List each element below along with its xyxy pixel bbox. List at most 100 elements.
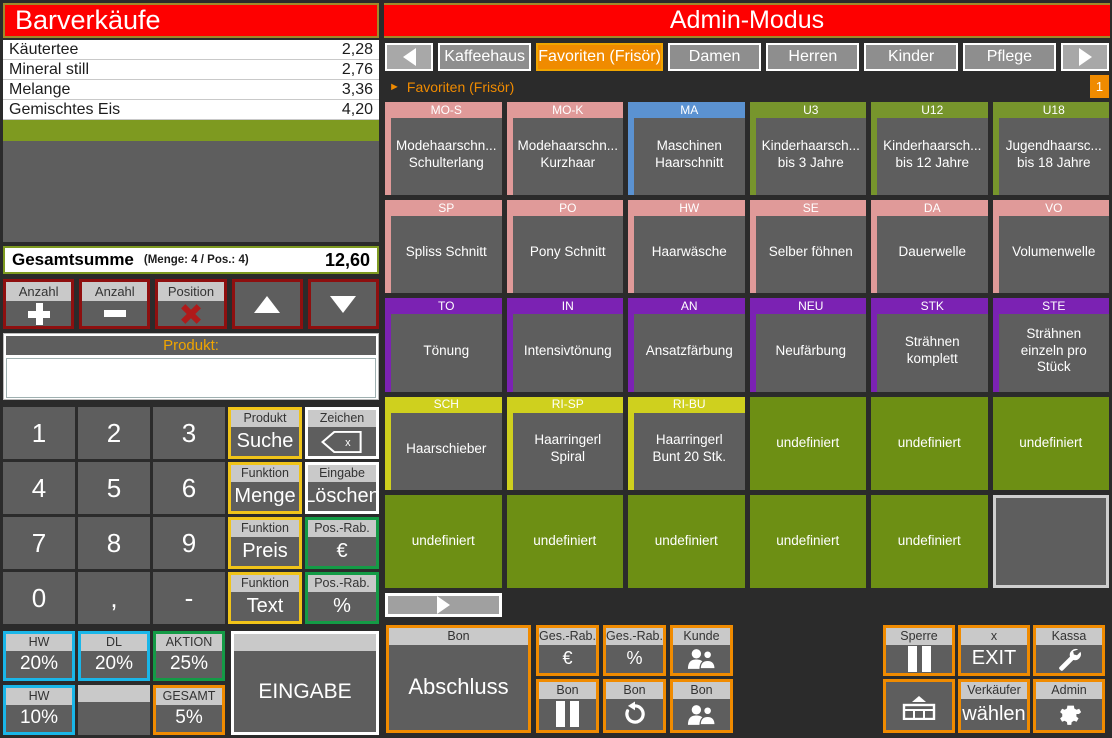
tab-prev-button[interactable] xyxy=(385,43,433,71)
receipt-item-name: Melange xyxy=(9,80,71,98)
product-search-button[interactable]: Produkt Suche xyxy=(228,407,302,459)
product-tile[interactable]: DA Dauerwelle xyxy=(871,200,988,294)
position-discount-percent-button[interactable]: Pos.-Rab.% xyxy=(305,572,379,624)
tab-damen[interactable]: Damen xyxy=(667,43,762,71)
undefined-tile[interactable]: undefiniert xyxy=(992,396,1109,490)
discount-hw-20-button[interactable]: HW 20% xyxy=(3,631,75,681)
product-tile[interactable]: SP Spliss Schnitt xyxy=(385,200,502,294)
product-tile[interactable]: STK Strähnen komplett xyxy=(871,298,988,392)
product-tile[interactable]: NEU Neufärbung xyxy=(749,298,866,392)
receipt-row[interactable]: Gemischtes Eis 4,20 xyxy=(3,100,379,120)
tab-pflege[interactable]: Pflege xyxy=(962,43,1057,71)
position-delete-button[interactable]: Position xyxy=(155,279,227,329)
undefined-tile[interactable]: undefiniert xyxy=(871,494,988,588)
grid-blank-button[interactable] xyxy=(992,494,1109,588)
product-tile[interactable]: U12 Kinderhaarsch... bis 12 Jahre xyxy=(871,102,988,196)
discount-hw-10-button[interactable]: HW 10% xyxy=(3,685,75,735)
admin-settings-button[interactable]: Admin xyxy=(1033,679,1105,733)
quantity-increase-button[interactable]: Anzahl xyxy=(3,279,75,329)
cash-drawer-button[interactable] xyxy=(883,679,955,733)
keypad-key-comma[interactable]: , xyxy=(78,572,150,624)
function-quantity-button[interactable]: Funktion Menge xyxy=(228,462,302,514)
product-tile[interactable]: RI-SP Haarringerl Spiral xyxy=(506,396,623,490)
tab-favoriten-fris-r[interactable]: Favoriten (Frisör) xyxy=(536,43,663,71)
tab-herren[interactable]: Herren xyxy=(766,43,860,71)
register-settings-button[interactable]: Kassa xyxy=(1033,625,1105,676)
discount-gesamt-5-button[interactable]: GESAMT 5% xyxy=(153,685,225,735)
receipt-area[interactable]: Käutertee 2,28 Mineral still 2,76 Melange 3,3… xyxy=(3,40,379,242)
product-tile[interactable]: SE Selber föhnen xyxy=(749,200,866,294)
grid-next-page-button[interactable] xyxy=(385,592,502,617)
keypad-key-9[interactable]: 9 xyxy=(153,517,225,569)
undefined-tile[interactable]: undefiniert xyxy=(385,494,502,588)
product-tile[interactable]: U18 Jugendhaarsc... bis 18 Jahre xyxy=(992,102,1109,196)
product-tile[interactable]: MO-K Modehaarschn... Kurzhaar xyxy=(506,102,623,196)
product-input-group: Produkt: xyxy=(3,333,379,400)
product-tile[interactable]: TO Tönung xyxy=(385,298,502,392)
receipt-row[interactable]: Käutertee 2,28 xyxy=(3,40,379,60)
clear-input-button[interactable]: Eingabe Löschen xyxy=(305,462,379,514)
product-tile[interactable]: HW Haarwäsche xyxy=(628,200,745,294)
keypad-key-3[interactable]: 3 xyxy=(153,407,225,459)
discount-aktion-25-button[interactable]: AKTION 25% xyxy=(153,631,225,681)
backspace-button[interactable]: Zeichen x xyxy=(305,407,379,459)
total-discount-percent-button[interactable]: Ges.-Rab.% xyxy=(603,625,666,676)
exit-button[interactable]: x EXIT xyxy=(958,625,1030,676)
select-seller-button[interactable]: Verkäufer wählen xyxy=(958,679,1030,733)
undefined-tile[interactable]: undefiniert xyxy=(506,494,623,588)
receipt-row[interactable]: Mineral still 2,76 xyxy=(3,60,379,80)
receipt-row[interactable]: Melange 3,36 xyxy=(3,80,379,100)
product-search-input[interactable] xyxy=(6,358,376,398)
product-tile[interactable]: IN Intensivtönung xyxy=(506,298,623,392)
undefined-tile[interactable]: undefiniert xyxy=(628,494,745,588)
undefined-tile[interactable]: undefiniert xyxy=(749,396,866,490)
keypad-key-5[interactable]: 5 xyxy=(78,462,150,514)
discount-dl-20-button[interactable]: DL 20% xyxy=(78,631,150,681)
product-tile-label: Haarringerl Spiral xyxy=(530,418,605,468)
keypad-key-0[interactable]: 0 xyxy=(3,572,75,624)
quantity-decrease-button[interactable]: Anzahl xyxy=(79,279,151,329)
keypad-key-6[interactable]: 6 xyxy=(153,462,225,514)
right-panel: Admin-Modus Kaffeehaus Favoriten (Frisör)… xyxy=(382,0,1112,738)
product-tile[interactable]: MA Maschinen Haarschnitt xyxy=(628,102,745,196)
tab-next-button[interactable] xyxy=(1061,43,1110,71)
product-tile[interactable]: AN Ansatzfärbung xyxy=(628,298,745,392)
receipt-undo-button[interactable]: Bon xyxy=(603,679,666,733)
discount-cap: HW xyxy=(6,688,72,705)
product-tile[interactable]: STE Strähnen einzeln pro Stück xyxy=(992,298,1109,392)
receipt-finish-button[interactable]: Bon Abschluss xyxy=(386,625,531,733)
function-text-button[interactable]: Funktion Text xyxy=(228,572,302,624)
product-tile-label: Haarringerl Bunt 20 Stk. xyxy=(648,418,730,468)
keypad-key-1[interactable]: 1 xyxy=(3,407,75,459)
keypad-key-2[interactable]: 2 xyxy=(78,407,150,459)
keypad-key-8[interactable]: 8 xyxy=(78,517,150,569)
product-tile[interactable]: MO-S Modehaarschn... Schulterlang xyxy=(385,102,502,196)
customer-button[interactable]: Kunde xyxy=(670,625,733,676)
product-tile[interactable]: SCH Haarschieber xyxy=(385,396,502,490)
enter-button[interactable]: EINGABE xyxy=(231,631,379,735)
product-tile-label: Spliss Schnitt xyxy=(402,230,491,263)
tab-kinder[interactable]: Kinder xyxy=(864,43,958,71)
move-down-button[interactable] xyxy=(307,279,380,329)
position-discount-euro-button[interactable]: Pos.-Rab. € xyxy=(305,517,379,569)
product-tile[interactable]: U3 Kinderhaarsch... bis 3 Jahre xyxy=(749,102,866,196)
function-price-button[interactable]: Funktion Preis xyxy=(228,517,302,569)
total-discount-euro-button[interactable]: Ges.-Rab. € xyxy=(536,625,599,676)
keypad-key-4[interactable]: 4 xyxy=(3,462,75,514)
product-tile[interactable]: VO Volumenwelle xyxy=(992,200,1109,294)
discount-empty-button[interactable] xyxy=(78,685,150,735)
undefined-tile[interactable]: undefiniert xyxy=(871,396,988,490)
move-up-button[interactable] xyxy=(231,279,303,329)
receipt-park-button[interactable]: Bon xyxy=(536,679,599,733)
undefined-tile[interactable]: undefiniert xyxy=(749,494,866,588)
receipt-customer-button[interactable]: Bon xyxy=(670,679,733,733)
keypad-key-minus[interactable]: - xyxy=(153,572,225,624)
keypad-key-7[interactable]: 7 xyxy=(3,517,75,569)
total-row: Gesamtsumme (Menge: 4 / Pos.: 4) 12,60 xyxy=(3,246,379,274)
receipt-item-list[interactable]: Käutertee 2,28 Mineral still 2,76 Melange 3,3… xyxy=(3,40,379,120)
tab-kaffeehaus[interactable]: Kaffeehaus xyxy=(438,43,532,71)
product-tile[interactable]: RI-BU Haarringerl Bunt 20 Stk. xyxy=(628,396,745,490)
undefined-tile-label: undefiniert xyxy=(897,434,961,450)
lock-button[interactable]: Sperre xyxy=(883,625,955,676)
product-tile[interactable]: PO Pony Schnitt xyxy=(506,200,623,294)
